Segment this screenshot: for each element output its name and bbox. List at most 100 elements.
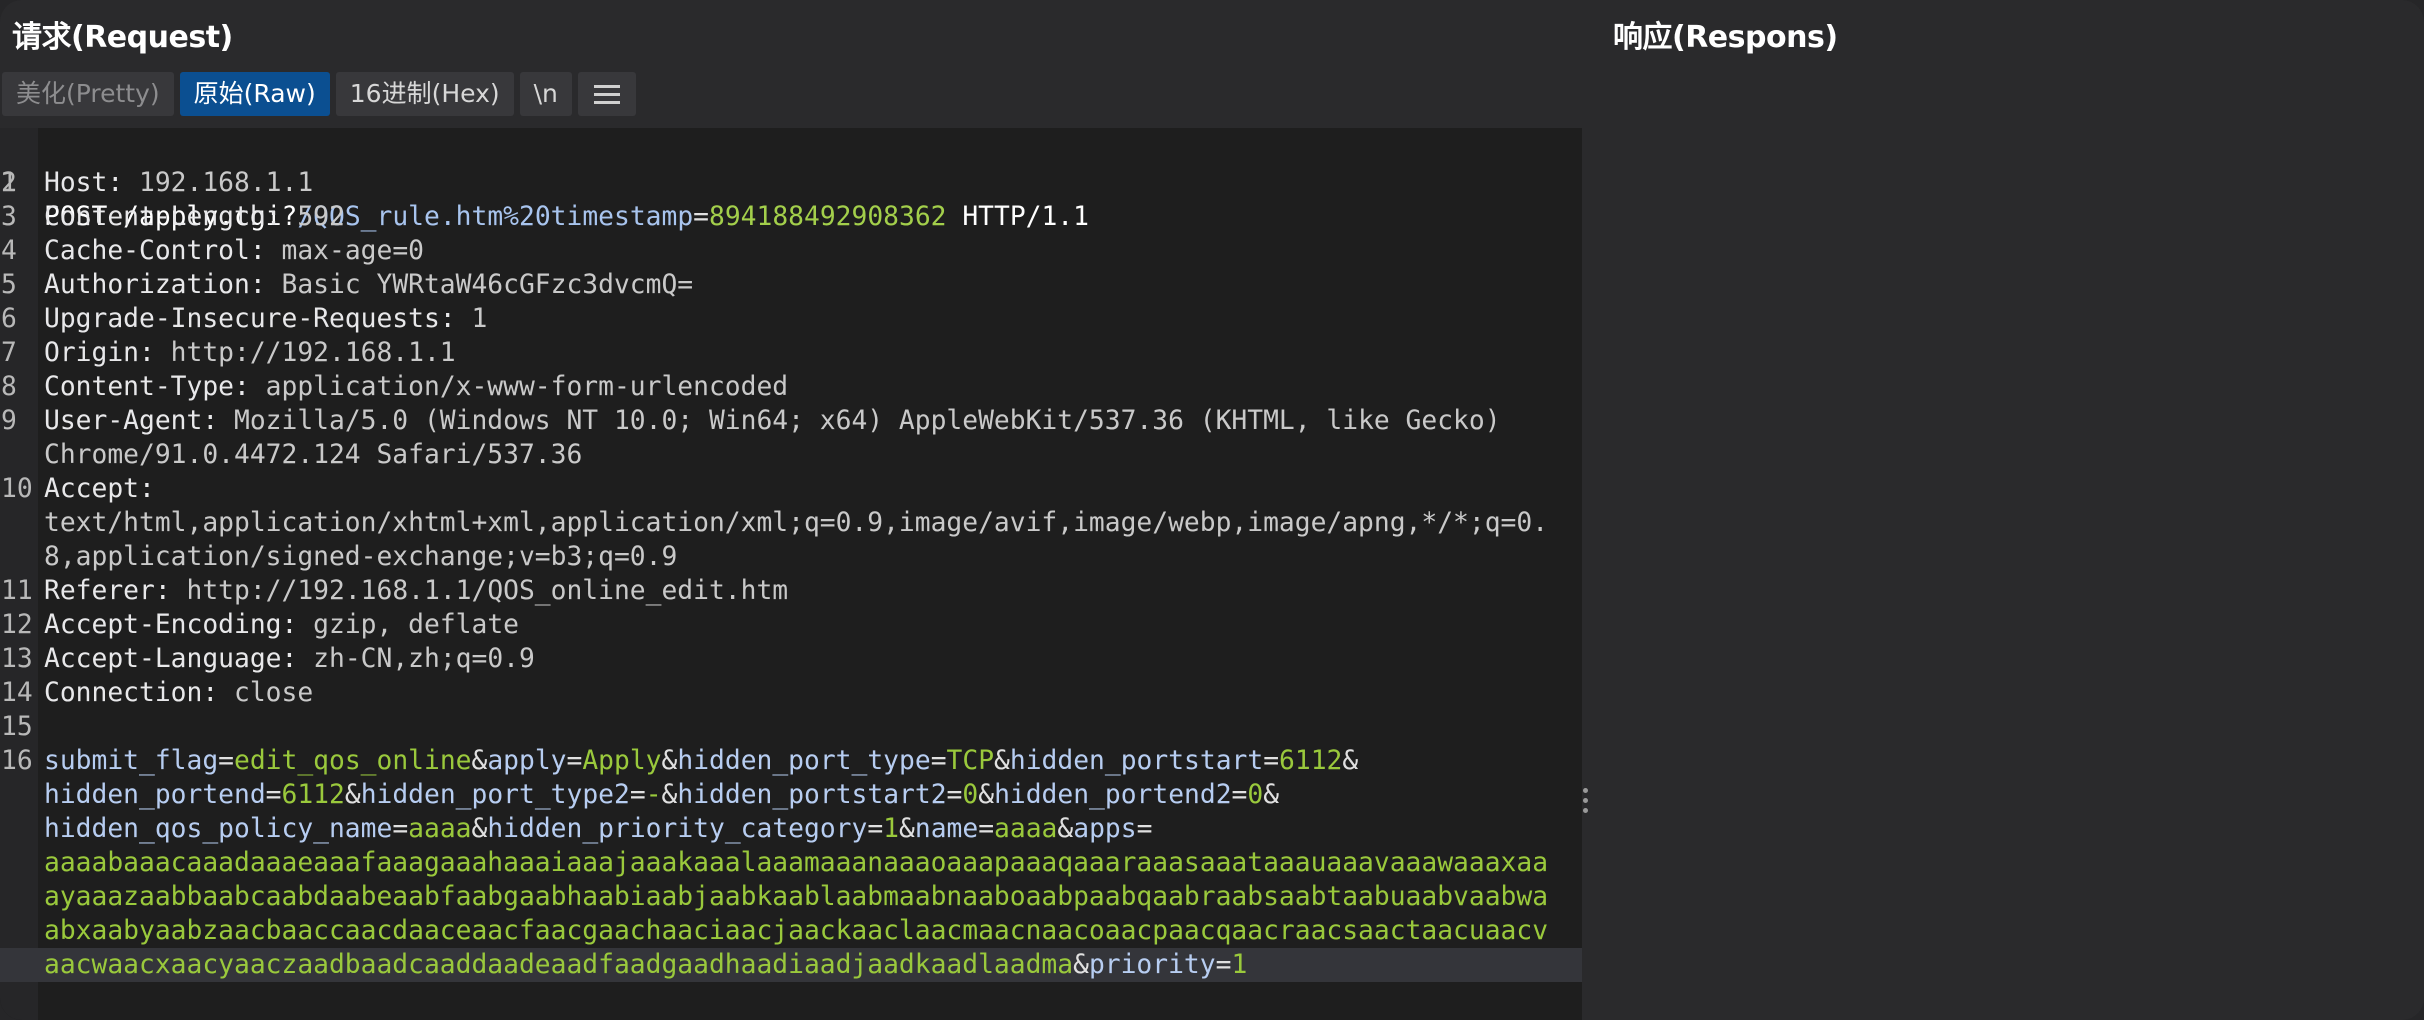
param-key: hidden_port_type2: [360, 780, 630, 810]
response-pane: [1592, 60, 2424, 1020]
param-value: Apply: [582, 746, 662, 776]
editor-line-current: aacwaacxaacyaaczaadbaadcaaddaadeaadfaadg…: [0, 948, 1582, 982]
header-value: http://192.168.1.1: [154, 338, 456, 368]
editor-line: 10 Accept:: [0, 472, 1582, 506]
equals-sign: =: [1136, 814, 1153, 844]
line-number: 10: [1, 474, 33, 504]
line-number: 8: [1, 372, 17, 402]
request-pane-title: 请求(Request): [12, 20, 233, 55]
editor-line-body: hidden_portend=6112&hidden_port_type2=-&…: [0, 778, 1582, 812]
param-key: hidden_portend2: [994, 780, 1232, 810]
editor-line-body: ayaaazaabbaabcaabdaabeaabfaabgaabhaabiaa…: [0, 880, 1582, 914]
param-value: 0: [962, 780, 979, 810]
param-value: 1: [883, 814, 900, 844]
header-value: text/html,application/xhtml+xml,applicat…: [44, 508, 1549, 538]
editor-line: 14 Connection: close: [0, 676, 1582, 710]
editor-line: 2 Host: 192.168.1.1: [0, 166, 1582, 200]
line-number: 15: [1, 712, 33, 742]
ampersand: &: [661, 780, 678, 810]
header-value: http://192.168.1.1/QOS_online_edit.htm: [170, 576, 789, 606]
param-key: apps: [1073, 814, 1137, 844]
param-value: abxaabyaabzaacbaaccaacdaaceaacfaacgaacha…: [44, 916, 1549, 946]
param-key: hidden_portend: [44, 780, 266, 810]
param-value: edit_qos_online: [234, 746, 472, 776]
param-value: aacwaacxaacyaaczaadbaadcaaddaadeaadfaadg…: [44, 950, 1074, 980]
header-name: User-Agent:: [44, 406, 219, 436]
equals-sign: =: [218, 746, 234, 776]
tab-hex[interactable]: 16进制(Hex): [335, 72, 514, 116]
header-value: Mozilla/5.0 (Windows NT 10.0; Win64; x64…: [218, 406, 1501, 436]
splitter-handle[interactable]: [1582, 788, 1590, 818]
request-editor[interactable]: 1 POST /apply.cgi?/QOS_rule.htm%20timest…: [0, 128, 1582, 1020]
equals-sign: =: [265, 780, 282, 810]
header-name: Accept-Encoding:: [44, 610, 298, 640]
editor-line: 13 Accept-Language: zh-CN,zh;q=0.9: [0, 642, 1582, 676]
param-value: 6112: [281, 780, 345, 810]
param-key: hidden_qos_policy_name: [44, 814, 393, 844]
ampersand: &: [1073, 950, 1089, 980]
line-number: 4: [1, 236, 17, 266]
ampersand: &: [471, 746, 488, 776]
ampersand: &: [661, 746, 678, 776]
header-value: max-age=0: [265, 236, 424, 266]
header-name: Cache-Control:: [44, 236, 266, 266]
hamburger-menu-icon: [593, 85, 620, 105]
header-name: Connection:: [44, 678, 219, 708]
equals-sign: =: [392, 814, 409, 844]
param-value: aaaa: [994, 814, 1058, 844]
header-name: Accept:: [44, 474, 155, 504]
line-number: 7: [1, 338, 17, 368]
editor-line: 11 Referer: http://192.168.1.1/QOS_online…: [0, 574, 1582, 608]
burp-repeater-window: 请求(Request) 响应(Respons) 美化(Pretty) 原始(Ra…: [0, 0, 2424, 1020]
param-key: hidden_portstart2: [677, 780, 947, 810]
equals-sign: =: [946, 780, 963, 810]
line-number: 5: [1, 270, 17, 300]
ampersand: &: [1342, 746, 1359, 776]
header-value: gzip, deflate: [297, 610, 519, 640]
param-key: submit_flag: [44, 746, 219, 776]
header-name: Host:: [44, 168, 124, 198]
header-name: Referer:: [44, 576, 171, 606]
header-value: 192.168.1.1: [123, 168, 314, 198]
param-value: -: [645, 780, 662, 810]
menu-button[interactable]: [577, 72, 636, 116]
equals-sign: =: [867, 814, 884, 844]
toggle-newlines-button[interactable]: \n: [519, 72, 572, 116]
param-value: TCP: [946, 746, 995, 776]
editor-line-body: aaaabaaacaaadaaaeaaafaaagaaahaaaiaaajaaa…: [0, 846, 1582, 880]
line-number: 11: [1, 576, 33, 606]
equals-sign: =: [978, 814, 995, 844]
line-number: 9: [1, 406, 17, 436]
param-value: 6112: [1279, 746, 1343, 776]
tab-pretty[interactable]: 美化(Pretty): [2, 72, 174, 116]
param-key: hidden_priority_category: [487, 814, 868, 844]
editor-line: 12 Accept-Encoding: gzip, deflate: [0, 608, 1582, 642]
editor-line: 6 Upgrade-Insecure-Requests: 1: [0, 302, 1582, 336]
editor-line: 8 Content-Type: application/x-www-form-ur…: [0, 370, 1582, 404]
param-key: hidden_portstart: [1009, 746, 1264, 776]
response-pane-title: 响应(Respons): [1613, 20, 1838, 55]
line-number: 14: [1, 678, 33, 708]
header-name: Content-Length:: [44, 202, 282, 232]
editor-line-wrap: Chrome/91.0.4472.124 Safari/537.36: [0, 438, 1582, 472]
param-key: hidden_port_type: [677, 746, 931, 776]
ampersand: &: [1263, 780, 1280, 810]
header-value: 592: [281, 202, 345, 232]
editor-line-wrap: text/html,application/xhtml+xml,applicat…: [0, 506, 1582, 540]
line-number: 13: [1, 644, 33, 674]
editor-line-wrap: 8,application/signed-exchange;v=b3;q=0.9: [0, 540, 1582, 574]
param-key: priority: [1088, 950, 1216, 980]
equals-sign: =: [629, 780, 646, 810]
param-value: 0: [1247, 780, 1264, 810]
editor-line: 5 Authorization: Basic YWRtaW46cGFzc3dvcm…: [0, 268, 1582, 302]
ampersand: &: [978, 780, 995, 810]
equals-sign: =: [566, 746, 583, 776]
editor-line: 3 Content-Length: 592: [0, 200, 1582, 234]
tab-raw[interactable]: 原始(Raw): [179, 72, 330, 116]
header-value: 1: [455, 304, 488, 334]
ampersand: &: [994, 746, 1010, 776]
header-name: Authorization:: [44, 270, 266, 300]
editor-line-body: 16 submit_flag=edit_qos_online&apply=Appl…: [0, 744, 1582, 778]
param-value: 1: [1231, 950, 1248, 980]
header-name: Origin:: [44, 338, 155, 368]
